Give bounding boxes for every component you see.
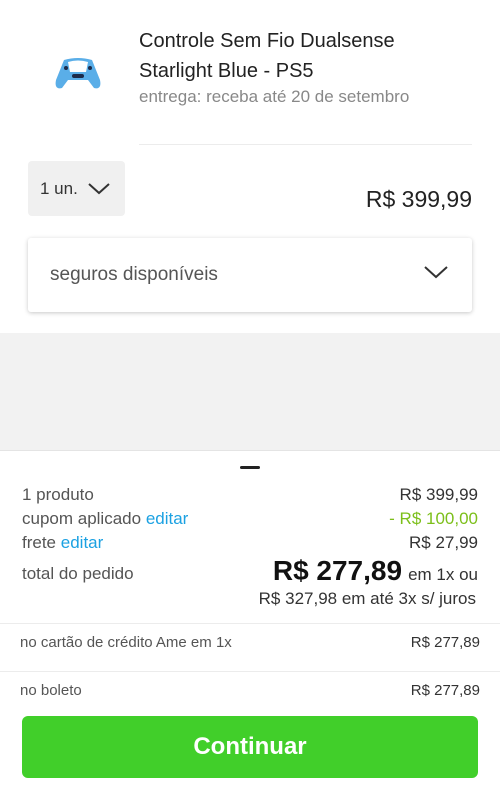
product-title[interactable]: Controle Sem Fio Dualsense Starlight Blu… [139,26,469,86]
payment-option-value: R$ 277,89 [410,682,480,699]
coupon-label: cupom aplicado [22,509,142,528]
products-value: R$ 399,99 [399,485,478,504]
payment-option-label: no cartão de crédito Ame em 1x [20,634,232,651]
payment-option-label: no boleto [20,682,82,699]
divider [0,671,500,672]
payment-option-value: R$ 277,89 [410,634,480,651]
total-suffix: em 1x ou [408,565,478,584]
shipping-label: frete [22,533,57,552]
shipping-value: R$ 27,99 [409,533,478,552]
payment-option-row: no boleto R$ 277,89 [20,682,480,699]
product-card: Controle Sem Fio Dualsense Starlight Blu… [0,0,500,333]
shipping-edit-link[interactable]: editar [61,533,104,552]
total-value: R$ 277,89 [272,555,403,586]
insurance-dropdown[interactable]: seguros disponíveis [28,238,472,312]
drag-handle[interactable] [240,466,260,469]
quantity-select[interactable]: 1 un. [28,161,125,216]
chevron-down-icon [424,266,448,279]
quantity-value: 1 un. [40,178,78,198]
controller-icon [55,58,101,89]
chevron-down-icon [88,182,110,194]
product-price: R$ 399,99 [365,186,472,212]
product-image[interactable] [50,50,106,94]
summary-coupon-row: cupom aplicado editar - R$ 100,00 [22,509,478,529]
insurance-label: seguros disponíveis [50,264,218,285]
coupon-edit-link[interactable]: editar [146,509,189,528]
delivery-estimate: entrega: receba até 20 de setembro [139,87,410,106]
total-label: total do pedido [22,564,134,583]
installments-text: R$ 327,98 em até 3x s/ juros [258,589,476,608]
products-label: 1 produto [22,485,94,504]
summary-products-row: 1 produto R$ 399,99 [22,485,478,505]
payment-option-row: no cartão de crédito Ame em 1x R$ 277,89 [20,634,480,651]
divider [0,623,500,624]
background-area [0,333,500,450]
coupon-value: - R$ 100,00 [389,509,478,528]
divider [139,144,472,145]
summary-shipping-row: frete editar R$ 27,99 [22,533,478,553]
continue-button[interactable]: Continuar [22,716,478,778]
